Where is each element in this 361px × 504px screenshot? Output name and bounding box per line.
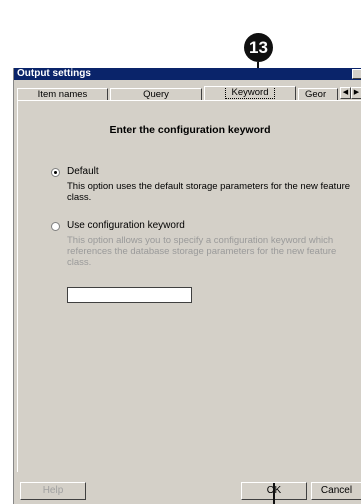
tab-strip: Item names Query Keyword Geor ◀ ▶	[17, 86, 361, 100]
default-option-label: Default	[67, 166, 99, 177]
keyword-tab-panel: Enter the configuration keyword Default …	[17, 100, 361, 472]
default-option-description: This option uses the default storage par…	[67, 181, 351, 203]
tab-scroll-arrows: ◀ ▶	[340, 87, 361, 99]
tab-query[interactable]: Query	[110, 88, 202, 100]
tab-keyword-label: Keyword	[224, 87, 276, 99]
tab-keyword[interactable]: Keyword	[204, 86, 296, 100]
cancel-button[interactable]: Cancel	[311, 482, 361, 500]
step-callout-badge: 13	[244, 33, 273, 62]
output-settings-dialog: Output settings Item names Query Keyword…	[13, 68, 361, 504]
panel-heading: Enter the configuration keyword	[109, 124, 271, 136]
radio-use-configuration-keyword[interactable]	[51, 222, 60, 231]
configuration-keyword-option-label: Use configuration keyword	[67, 220, 185, 231]
close-button[interactable]	[352, 69, 361, 79]
tab-geor[interactable]: Geor	[298, 88, 338, 100]
ok-callout-pointer-line	[273, 483, 275, 504]
tab-scroll-left-icon[interactable]: ◀	[340, 87, 351, 99]
radio-selected-dot	[54, 171, 57, 174]
dialog-title: Output settings	[17, 68, 91, 79]
help-button[interactable]: Help	[20, 482, 86, 500]
tab-item-names[interactable]: Item names	[17, 88, 108, 100]
configuration-keyword-description: This option allows you to specify a conf…	[67, 235, 337, 268]
tab-scroll-right-icon[interactable]: ▶	[351, 87, 361, 99]
radio-default[interactable]	[51, 168, 60, 177]
configuration-keyword-input[interactable]	[67, 287, 192, 303]
dialog-titlebar: Output settings	[14, 68, 361, 80]
